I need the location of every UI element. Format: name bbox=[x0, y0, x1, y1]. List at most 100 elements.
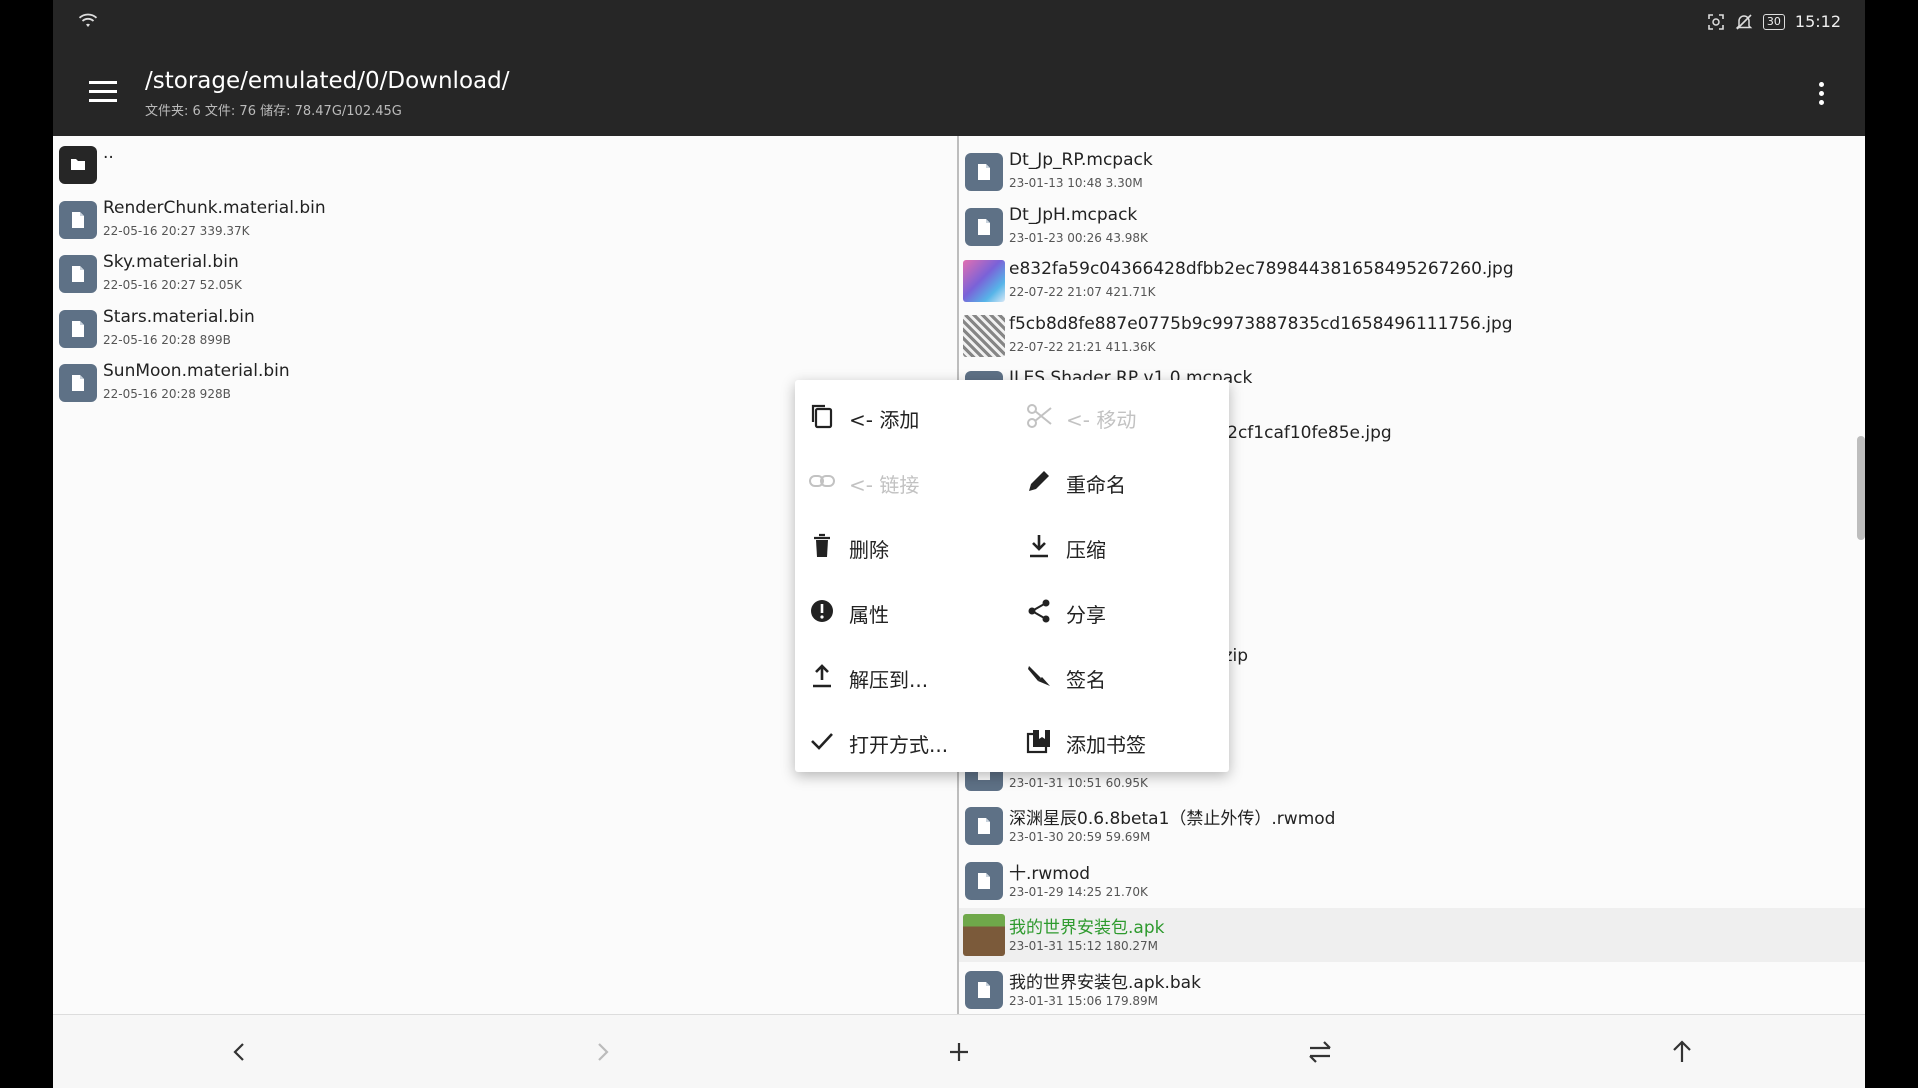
file-name: 十.rwmod bbox=[1009, 863, 1091, 884]
clock: 15:12 bbox=[1794, 12, 1841, 31]
menu-item[interactable]: 删除 bbox=[795, 514, 1012, 578]
file-name: Stars.material.bin bbox=[103, 306, 255, 327]
bottom-toolbar bbox=[53, 1014, 1865, 1088]
menu-item-label: 打开方式... bbox=[849, 733, 949, 757]
info-icon bbox=[811, 600, 833, 622]
minecraft-app-icon bbox=[963, 914, 1005, 956]
file-name: 我的世界安装包.apk.bak bbox=[1009, 972, 1201, 993]
file-row[interactable]: 十.rwmod 23-01-29 14:25 21.70K bbox=[959, 854, 1865, 908]
up-arrow-icon[interactable] bbox=[1667, 1037, 1697, 1067]
file-row[interactable]: Sky.material.bin 22-05-16 20:27 52.05K bbox=[53, 247, 957, 301]
upload-icon bbox=[813, 664, 831, 688]
status-bar: 30 15:12 bbox=[53, 0, 1865, 48]
menu-item-label: 添加书签 bbox=[1066, 733, 1146, 757]
menu-item[interactable]: 分享 bbox=[1012, 579, 1229, 643]
menu-item-label: 压缩 bbox=[1066, 538, 1106, 562]
folder-icon bbox=[59, 146, 97, 184]
menu-item-label: <- 移动 bbox=[1066, 408, 1137, 432]
menu-item[interactable]: 压缩 bbox=[1012, 514, 1229, 578]
file-row[interactable]: .. bbox=[53, 138, 957, 192]
file-icon bbox=[965, 861, 1003, 900]
file-meta: 22-07-22 21:07 421.71K bbox=[1009, 285, 1156, 299]
mute-icon bbox=[1735, 13, 1753, 30]
file-name: f5cb8d8fe887e0775b9c9973887835cd16584961… bbox=[1009, 313, 1513, 334]
file-name: .. bbox=[103, 143, 114, 163]
plus-icon[interactable] bbox=[944, 1037, 974, 1067]
current-path: /storage/emulated/0/Download/ bbox=[145, 68, 510, 94]
context-menu: <- 添加 <- 移动 <- 链接 重命名删除 压缩属性 分享解压到... 签名打开方式..… bbox=[795, 380, 1229, 772]
file-row[interactable]: e832fa59c04366428dfbb2ec7898443816584952… bbox=[959, 254, 1865, 308]
scissors-icon bbox=[1027, 404, 1052, 428]
file-row[interactable]: 我的世界安装包.apk 23-01-31 15:12 180.27M bbox=[959, 908, 1865, 962]
menu-item-label: 重命名 bbox=[1066, 473, 1126, 497]
file-row[interactable]: 深渊星辰0.6.8beta1（禁止外传）.rwmod 23-01-30 20:59… bbox=[959, 799, 1865, 853]
more-options-icon[interactable] bbox=[1819, 82, 1825, 109]
menu-item[interactable]: 打开方式... bbox=[795, 709, 1012, 773]
file-meta: 23-01-29 14:25 21.70K bbox=[1009, 884, 1148, 899]
file-meta: 22-07-22 21:21 411.36K bbox=[1009, 339, 1156, 354]
trash-icon bbox=[814, 533, 830, 557]
file-name: Sky.material.bin bbox=[103, 252, 239, 272]
file-icon bbox=[965, 207, 1003, 246]
wifi-icon bbox=[78, 13, 98, 27]
copy-icon bbox=[811, 404, 833, 429]
file-name: Dt_JpH.mcpack bbox=[1009, 204, 1138, 225]
menu-item-label: 删除 bbox=[849, 538, 889, 562]
image-thumbnail-icon bbox=[963, 314, 1005, 357]
menu-item[interactable]: <- 链接 bbox=[795, 449, 1012, 513]
share-icon bbox=[1028, 599, 1050, 623]
battery-icon: 30 bbox=[1762, 13, 1785, 30]
menu-item[interactable]: 属性 bbox=[795, 579, 1012, 643]
file-meta: 23-01-23 00:26 43.98K bbox=[1009, 230, 1148, 245]
file-row[interactable]: Dt_JpH.mcpack 23-01-23 00:26 43.98K bbox=[959, 200, 1865, 254]
download-icon bbox=[1030, 535, 1048, 558]
file-icon bbox=[965, 807, 1003, 845]
file-row[interactable]: Dt_Jp_RP.mcpack 23-01-13 10:48 3.30M bbox=[959, 145, 1865, 199]
menu-item[interactable]: <- 移动 bbox=[1012, 384, 1229, 448]
file-name: e832fa59c04366428dfbb2ec7898443816584952… bbox=[1009, 259, 1514, 279]
file-name: SunMoon.material.bin bbox=[103, 361, 290, 381]
file-meta: 22-05-16 20:28 928B bbox=[103, 387, 231, 401]
file-row[interactable]: f5cb8d8fe887e0775b9c9973887835cd16584961… bbox=[959, 309, 1865, 363]
check-icon bbox=[811, 733, 833, 750]
menu-item[interactable]: <- 添加 bbox=[795, 384, 1012, 448]
file-meta: 22-05-16 20:27 52.05K bbox=[103, 278, 242, 292]
file-row[interactable]: 我的世界安装包.apk.bak 23-01-31 15:06 179.89M bbox=[959, 963, 1865, 1015]
image-thumbnail-icon bbox=[963, 260, 1005, 302]
file-row[interactable]: RenderChunk.material.bin 22-05-16 20:27 3… bbox=[53, 193, 957, 247]
file-meta: 23-01-31 15:12 180.27M bbox=[1009, 939, 1159, 953]
file-meta: 23-01-31 15:06 179.89M bbox=[1009, 993, 1159, 1008]
file-icon bbox=[965, 153, 1003, 191]
menu-item-label: 签名 bbox=[1066, 668, 1106, 692]
status-right: 30 15:12 bbox=[1707, 12, 1841, 31]
file-icon bbox=[59, 364, 97, 402]
app-bar: /storage/emulated/0/Download/ 文件夹: 6 文件:… bbox=[53, 48, 1865, 136]
menu-item-label: <- 链接 bbox=[849, 473, 920, 497]
file-icon bbox=[59, 200, 97, 239]
menu-item[interactable]: 签名 bbox=[1012, 644, 1229, 708]
swap-icon[interactable] bbox=[1305, 1037, 1335, 1067]
menu-item[interactable]: 添加书签 bbox=[1012, 709, 1229, 773]
bookmark-icon bbox=[1026, 730, 1050, 754]
file-name: 我的世界安装包.apk bbox=[1009, 918, 1165, 938]
screen: 30 15:12 /storage/emulated/0/Download/ 文… bbox=[53, 0, 1865, 1088]
file-name: 深渊星辰0.6.8beta1（禁止外传）.rwmod bbox=[1009, 809, 1336, 829]
menu-item[interactable]: 重命名 bbox=[1012, 449, 1229, 513]
file-meta: 23-01-31 10:51 60.95K bbox=[1009, 775, 1148, 790]
menu-icon[interactable] bbox=[89, 81, 117, 103]
storage-info: 文件夹: 6 文件: 76 储存: 78.47G/102.45G bbox=[145, 104, 402, 119]
file-meta: 22-05-16 20:27 339.37K bbox=[103, 223, 250, 238]
pencil-icon bbox=[1029, 471, 1049, 491]
file-icon bbox=[59, 309, 97, 348]
menu-item[interactable]: 解压到... bbox=[795, 644, 1012, 708]
link-icon bbox=[809, 475, 835, 487]
file-icon bbox=[59, 255, 97, 293]
menu-item-label: 属性 bbox=[849, 603, 889, 627]
file-icon bbox=[965, 970, 1003, 1009]
menu-item-label: 解压到... bbox=[849, 668, 929, 692]
back-icon[interactable] bbox=[225, 1037, 255, 1067]
menu-item-label: <- 添加 bbox=[849, 408, 920, 432]
file-name: RenderChunk.material.bin bbox=[103, 197, 326, 218]
file-row[interactable]: Stars.material.bin 22-05-16 20:28 899B bbox=[53, 302, 957, 356]
forward-icon[interactable] bbox=[587, 1037, 617, 1067]
